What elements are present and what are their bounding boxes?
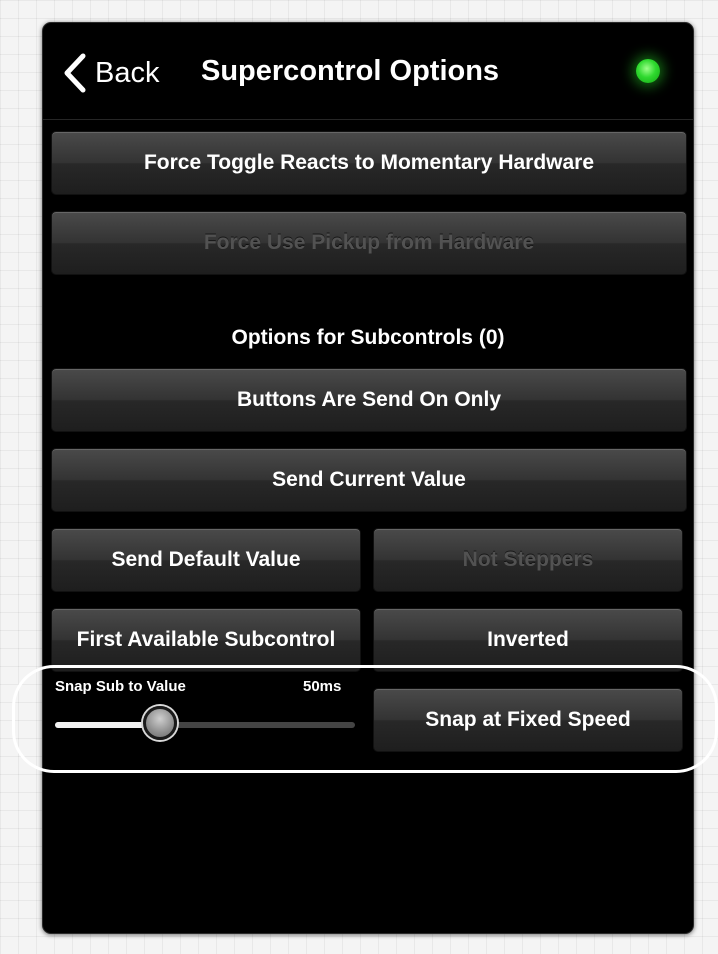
snap-sub-to-value-slider[interactable] — [55, 703, 355, 747]
page-title: Supercontrol Options — [201, 55, 500, 87]
status-indicator-icon — [636, 59, 660, 83]
slider-thumb[interactable] — [143, 706, 177, 740]
back-label: Back — [95, 56, 160, 89]
buttons-send-on-only-button[interactable]: Buttons Are Send On Only — [51, 368, 687, 432]
snap-slider-label: Snap Sub to Value — [55, 678, 186, 695]
subcontrols-section-label: Options for Subcontrols (0) — [231, 326, 505, 349]
supercontrol-options-panel: Back Supercontrol Options Force Toggle R… — [42, 22, 694, 934]
inverted-button[interactable]: Inverted — [373, 608, 683, 672]
send-current-value-button[interactable]: Send Current Value — [51, 448, 687, 512]
snap-fixed-speed-button[interactable]: Snap at Fixed Speed — [373, 688, 683, 752]
not-steppers-button[interactable]: Not Steppers — [373, 528, 683, 592]
send-default-value-button[interactable]: Send Default Value — [51, 528, 361, 592]
nav-header: Back Supercontrol Options — [43, 23, 693, 120]
force-pickup-button[interactable]: Force Use Pickup from Hardware — [51, 211, 687, 275]
chevron-left-icon — [63, 53, 87, 93]
snap-slider-value: 50ms — [303, 678, 342, 695]
back-button[interactable]: Back — [63, 51, 159, 95]
first-available-subcontrol-button[interactable]: First Available Subcontrol — [51, 608, 361, 672]
force-toggle-button[interactable]: Force Toggle Reacts to Momentary Hardwar… — [51, 131, 687, 195]
